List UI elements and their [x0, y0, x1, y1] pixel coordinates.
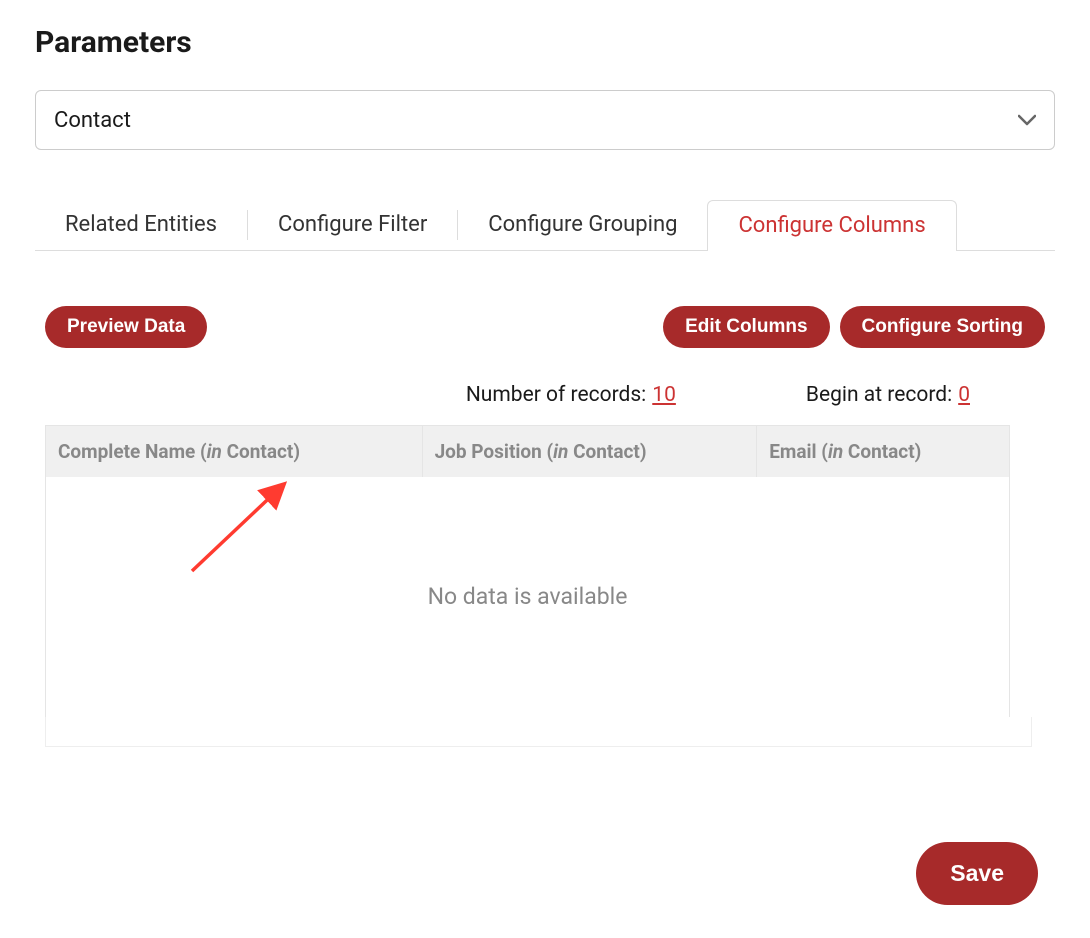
column-header-complete-name: Complete Name (in Contact): [46, 426, 423, 478]
column-header-job-position: Job Position (in Contact): [422, 426, 757, 478]
chevron-down-icon: [1018, 111, 1036, 129]
entity-select-value: Contact: [54, 108, 131, 133]
entity-select-wrapper: Contact: [35, 90, 1055, 150]
column-field: Email: [769, 440, 816, 463]
tab-configure-grouping[interactable]: Configure Grouping: [458, 200, 707, 250]
button-group-right: Edit Columns Configure Sorting: [663, 306, 1045, 348]
table-header-row: Complete Name (in Contact) Job Position …: [46, 426, 1010, 478]
tab-related-entities[interactable]: Related Entities: [35, 200, 247, 250]
column-header-email: Email (in Contact): [757, 426, 1010, 478]
number-of-records-value[interactable]: 10: [652, 383, 676, 407]
begin-at-record-label: Begin at record:: [806, 383, 952, 407]
save-button[interactable]: Save: [916, 842, 1038, 905]
tabs: Related Entities Configure Filter Config…: [35, 200, 1055, 251]
begin-at-record: Begin at record: 0: [806, 383, 970, 407]
number-of-records-label: Number of records:: [466, 383, 646, 407]
table-empty-message: No data is available: [46, 477, 1010, 717]
configure-sorting-button[interactable]: Configure Sorting: [840, 306, 1045, 348]
edit-columns-button[interactable]: Edit Columns: [663, 306, 829, 348]
number-of-records: Number of records: 10: [466, 383, 676, 407]
page-title: Parameters: [35, 25, 1055, 60]
tab-configure-columns[interactable]: Configure Columns: [707, 200, 956, 251]
columns-table: Complete Name (in Contact) Job Position …: [45, 425, 1010, 718]
begin-at-record-value[interactable]: 0: [958, 383, 970, 407]
column-field: Job Position: [435, 440, 542, 463]
tab-configure-filter[interactable]: Configure Filter: [248, 200, 457, 250]
column-field: Complete Name: [58, 440, 195, 463]
column-in: in: [553, 440, 568, 463]
column-in: in: [828, 440, 843, 463]
column-entity: Contact: [848, 440, 915, 463]
record-controls: Number of records: 10 Begin at record: 0: [35, 383, 1055, 407]
preview-data-button[interactable]: Preview Data: [45, 306, 207, 348]
column-in: in: [207, 440, 222, 463]
column-entity: Contact: [227, 440, 294, 463]
action-button-row: Preview Data Edit Columns Configure Sort…: [35, 306, 1055, 348]
table-footer: [45, 717, 1032, 747]
table-empty-row: No data is available: [46, 477, 1010, 717]
column-entity: Contact: [573, 440, 640, 463]
entity-select[interactable]: Contact: [35, 90, 1055, 150]
